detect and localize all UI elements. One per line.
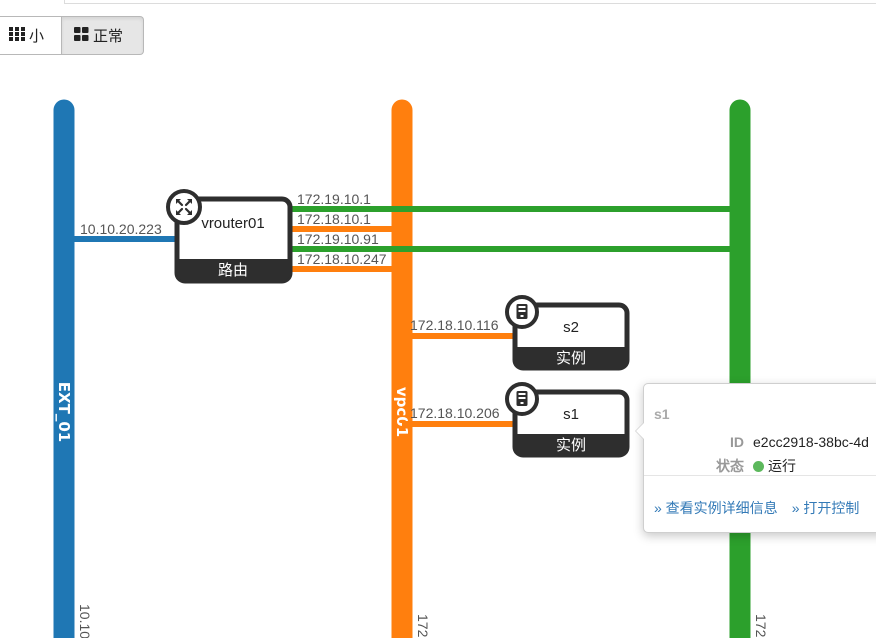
popup-arrow xyxy=(635,422,644,440)
network-topology: EXT_01 10.10 vpc01 172 172 10.10.20.223 … xyxy=(53,99,769,638)
network-subnet-label: 172 xyxy=(415,614,431,638)
router-node[interactable]: vrouter01 路由 xyxy=(166,189,293,284)
popup-status-key: 状态 xyxy=(716,458,744,474)
network-subnet-label: 172 xyxy=(753,614,769,638)
instance-port-ip: 172.18.10.206 xyxy=(410,405,500,421)
network-name: vpc01 xyxy=(393,387,411,437)
popup-id-value: e2cc2918-38bc-4d xyxy=(753,434,869,450)
instance-links: 172.18.10.116 172.18.10.206 xyxy=(402,317,516,427)
router-icon xyxy=(166,189,202,225)
router-port-ip: 172.18.10.1 xyxy=(297,211,371,227)
server-icon xyxy=(505,382,539,416)
status-dot-icon xyxy=(753,461,764,472)
popup-links: » 查看实例详细信息 » 打开控制 xyxy=(654,498,873,518)
router-port-ip: 172.19.10.91 xyxy=(297,231,379,247)
server-icon xyxy=(505,295,539,329)
router-type-label: 路由 xyxy=(218,261,248,279)
router-port-ip: 172.18.10.247 xyxy=(297,251,387,267)
instance-node-s2[interactable]: s2 实例 xyxy=(505,295,630,371)
open-console-link[interactable]: » 打开控制 xyxy=(792,500,860,516)
popup-id-key: ID xyxy=(730,434,744,450)
instance-node-s1[interactable]: s1 实例 xyxy=(505,382,630,458)
view-instance-details-link[interactable]: » 查看实例详细信息 xyxy=(654,500,778,516)
network-vpc01[interactable]: vpc01 172 xyxy=(391,99,431,638)
popup-status-text: 运行 xyxy=(768,458,796,474)
popup-divider xyxy=(644,475,876,476)
network-green[interactable]: 172 xyxy=(729,99,769,638)
router-name: vrouter01 xyxy=(201,215,264,232)
popup-title: s1 xyxy=(654,406,670,422)
instance-type-label: 实例 xyxy=(556,436,586,454)
network-name: EXT_01 xyxy=(55,382,73,442)
network-ext01[interactable]: EXT_01 10.10 xyxy=(53,99,93,638)
instance-type-label: 实例 xyxy=(556,349,586,367)
instance-info-popup: s1 ID e2cc2918-38bc-4d 状态 运行 » 查看实例详细信息»… xyxy=(635,383,876,533)
router-port-ip: 172.19.10.1 xyxy=(297,191,371,207)
router-ext-ip: 10.10.20.223 xyxy=(80,221,162,237)
instance-name: s2 xyxy=(563,319,579,336)
network-subnet-label: 10.10 xyxy=(77,604,93,638)
instance-port-ip: 172.18.10.116 xyxy=(410,317,499,333)
instance-name: s1 xyxy=(563,406,579,423)
popup-status-value: 运行 xyxy=(753,456,796,476)
